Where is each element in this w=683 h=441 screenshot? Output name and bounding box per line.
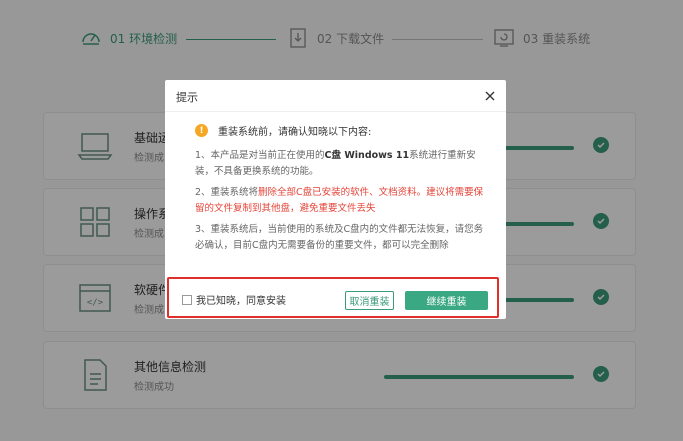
close-icon[interactable] [483,88,497,102]
notice-item-1: 1、本产品是对当前正在使用的C盘 Windows 11系统进行重新安装，不具备更… [195,148,485,180]
warning-icon: ! [195,124,208,137]
agree-checkbox[interactable]: 我已知晓，同意安装 [182,292,286,307]
checkbox-box[interactable] [182,294,192,305]
notice-text: 1、本产品是对当前正在使用的 [195,150,325,161]
dialog-divider [165,111,506,112]
notice-text: 2、重装系统将 [195,187,259,198]
notice-item-3: 3、重装系统后，当前使用的系统及C盘内的文件都无法恢复，请您务必确认，目前C盘内… [195,222,485,254]
notice-text: 3、重装系统后，当前使用的系统及C盘内的文件都无法恢复，请您务必确认，目前C盘内… [195,224,484,251]
warning-row: ! 重装系统前，请确认知晓以下内容: [195,123,371,138]
notice-item-2: 2、重装系统将删除全部C盘已安装的软件、文档资料。建议将需要保留的文件复制到其他… [195,185,485,217]
cancel-reinstall-button[interactable]: 取消重装 [345,291,394,310]
warning-text: 重装系统前，请确认知晓以下内容: [218,127,372,138]
dialog-title: 提示 [176,91,198,104]
agree-label: 我已知晓，同意安装 [196,296,286,307]
continue-reinstall-button[interactable]: 继续重装 [405,291,488,310]
notice-bold-text: C盘 Windows 11 [324,150,410,161]
